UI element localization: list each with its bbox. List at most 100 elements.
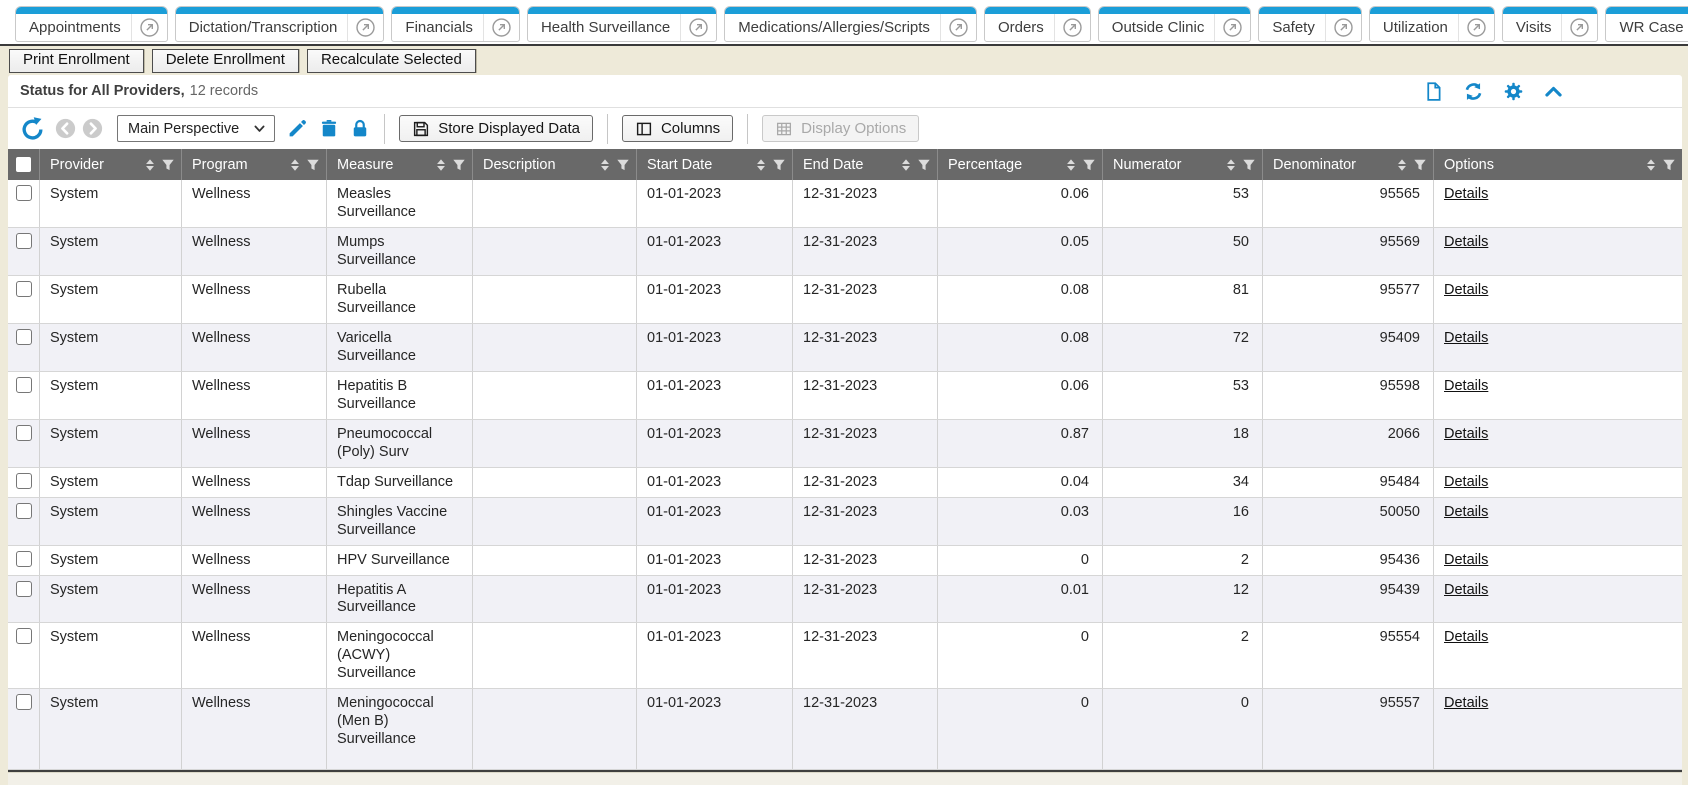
sort-icon[interactable] [143,158,157,172]
open-in-new-window-icon[interactable] [483,14,519,41]
open-in-new-window-icon[interactable] [940,14,976,41]
filter-funnel-icon[interactable] [1242,158,1256,172]
open-in-new-window-icon[interactable] [1054,14,1090,41]
store-displayed-data-button[interactable]: Store Displayed Data [399,115,593,142]
filter-funnel-icon[interactable] [772,158,786,172]
back-icon[interactable] [55,118,76,139]
pencil-icon[interactable] [287,118,308,139]
row-checkbox[interactable] [16,581,32,597]
tab-utilization[interactable]: Utilization [1369,6,1495,42]
column-header-measure[interactable]: Measure [327,149,473,180]
column-header-end-date[interactable]: End Date [793,149,938,180]
sort-icon[interactable] [1395,158,1409,172]
details-link[interactable]: Details [1444,330,1488,346]
column-header-start-date[interactable]: Start Date [637,149,793,180]
cell-numerator: 53 [1103,180,1263,227]
tab-wr-case-mgmt[interactable]: WR Case Mgmt [1605,6,1688,42]
cell-checkbox [8,420,40,467]
tab-content: Medications/Allergies/Scripts [725,14,976,41]
tab-health-surveillance[interactable]: Health Surveillance [527,6,717,42]
tab-dictation-transcription[interactable]: Dictation/Transcription [175,6,385,42]
delete-enrollment-button[interactable]: Delete Enrollment [152,49,299,73]
row-checkbox[interactable] [16,503,32,519]
filter-funnel-icon[interactable] [1082,158,1096,172]
details-link[interactable]: Details [1444,582,1488,598]
sort-icon[interactable] [288,158,302,172]
filter-funnel-icon[interactable] [452,158,466,172]
tab-safety[interactable]: Safety [1258,6,1362,42]
row-checkbox[interactable] [16,628,32,644]
details-link[interactable]: Details [1444,186,1488,202]
gear-icon[interactable] [1503,81,1524,102]
details-link[interactable]: Details [1444,378,1488,394]
details-link[interactable]: Details [1444,695,1488,711]
details-link[interactable]: Details [1444,504,1488,520]
select-all-checkbox-box[interactable] [16,157,31,172]
row-checkbox[interactable] [16,185,32,201]
filter-funnel-icon[interactable] [616,158,630,172]
sort-icon[interactable] [434,158,448,172]
horizontal-scrollbar[interactable] [8,772,1682,785]
cell-denominator: 95436 [1263,546,1434,575]
row-checkbox[interactable] [16,233,32,249]
details-link[interactable]: Details [1444,426,1488,442]
filter-funnel-icon[interactable] [1662,158,1676,172]
open-in-new-window-icon[interactable] [131,14,167,41]
details-link[interactable]: Details [1444,282,1488,298]
details-link[interactable]: Details [1444,629,1488,645]
open-in-new-window-icon[interactable] [1214,14,1250,41]
filter-funnel-icon[interactable] [1413,158,1427,172]
column-header-denominator[interactable]: Denominator [1263,149,1434,180]
row-checkbox[interactable] [16,551,32,567]
sort-icon[interactable] [598,158,612,172]
filter-funnel-icon[interactable] [161,158,175,172]
columns-button[interactable]: Columns [622,115,733,142]
row-checkbox[interactable] [16,281,32,297]
filter-funnel-icon[interactable] [917,158,931,172]
open-in-new-window-icon[interactable] [1561,14,1597,41]
sort-icon[interactable] [1224,158,1238,172]
new-document-icon[interactable] [1423,81,1444,102]
sort-icon[interactable] [899,158,913,172]
collapse-chevron-up-icon[interactable] [1543,81,1564,102]
details-link[interactable]: Details [1444,234,1488,250]
details-link[interactable]: Details [1444,474,1488,490]
forward-icon[interactable] [82,118,103,139]
open-in-new-window-icon[interactable] [1325,14,1361,41]
column-header-numerator[interactable]: Numerator [1103,149,1263,180]
column-header-description[interactable]: Description [473,149,637,180]
recalculate-selected-button[interactable]: Recalculate Selected [307,49,476,73]
print-enrollment-button[interactable]: Print Enrollment [9,49,144,73]
trash-icon[interactable] [319,118,339,139]
row-checkbox[interactable] [16,377,32,393]
row-checkbox[interactable] [16,694,32,710]
sort-icon[interactable] [1644,158,1658,172]
tab-appointments[interactable]: Appointments [15,6,168,42]
sort-icon[interactable] [754,158,768,172]
column-header-percentage[interactable]: Percentage [938,149,1103,180]
open-in-new-window-icon[interactable] [680,14,716,41]
open-in-new-window-icon[interactable] [1458,14,1494,41]
details-link[interactable]: Details [1444,552,1488,568]
column-header-provider[interactable]: Provider [40,149,182,180]
perspective-select[interactable]: Main Perspective [117,115,275,142]
row-checkbox[interactable] [16,425,32,441]
row-checkbox[interactable] [16,473,32,489]
cell-denominator: 95569 [1263,228,1434,275]
refresh-icon[interactable] [1463,81,1484,102]
filter-funnel-icon[interactable] [306,158,320,172]
column-header-program[interactable]: Program [182,149,327,180]
open-in-new-window-icon[interactable] [347,14,383,41]
row-checkbox[interactable] [16,329,32,345]
tab-orders[interactable]: Orders [984,6,1091,42]
tab-medications-allergies-scripts[interactable]: Medications/Allergies/Scripts [724,6,977,42]
column-header-options[interactable]: Options [1434,149,1682,180]
tab-outside-clinic[interactable]: Outside Clinic [1098,6,1252,42]
sort-icon[interactable] [1064,158,1078,172]
undo-icon[interactable] [20,116,45,141]
lock-icon[interactable] [350,118,370,139]
tab-financials[interactable]: Financials [391,6,520,42]
tab-visits[interactable]: Visits [1502,6,1599,42]
select-all-checkbox[interactable] [8,149,40,180]
cell-end_date: 12-31-2023 [793,498,938,545]
